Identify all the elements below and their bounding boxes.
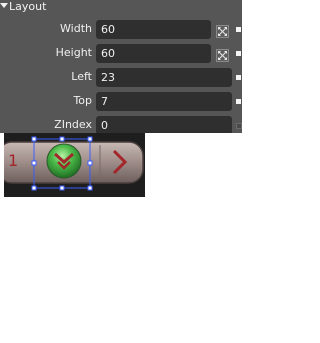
layout-section-title: Layout [9, 0, 47, 13]
property-marker[interactable] [236, 123, 242, 129]
collapse-arrow-icon[interactable] [0, 3, 8, 8]
zindex-input[interactable]: 0 [96, 116, 232, 133]
resize-handle[interactable] [31, 136, 37, 142]
properties-panel: Layout Width 60 Height 60 Left 23 Top 7 … [0, 0, 242, 133]
property-row-left: Left 23 [0, 67, 242, 87]
design-canvas: 1 [4, 133, 145, 197]
resize-handle[interactable] [87, 136, 93, 142]
property-row-top: Top 7 [0, 91, 242, 111]
resize-handle[interactable] [31, 160, 37, 166]
property-row-zindex: ZIndex 0 [0, 115, 242, 133]
width-input[interactable]: 60 [96, 20, 211, 39]
resize-handle[interactable] [59, 136, 65, 142]
top-input[interactable]: 7 [96, 92, 232, 111]
height-input[interactable]: 60 [96, 44, 211, 63]
zindex-label: ZIndex [54, 118, 92, 131]
property-row-height: Height 60 [0, 43, 242, 63]
resize-handle[interactable] [87, 185, 93, 191]
resize-handle[interactable] [87, 160, 93, 166]
left-segment-label: 1 [8, 151, 18, 170]
property-marker[interactable] [236, 51, 241, 56]
height-label: Height [55, 46, 92, 59]
layout-section-header[interactable]: Layout [0, 0, 242, 14]
left-label: Left [71, 70, 92, 83]
property-marker[interactable] [236, 75, 241, 80]
resize-handle[interactable] [31, 185, 37, 191]
top-label: Top [73, 94, 92, 107]
property-marker[interactable] [236, 27, 241, 32]
width-label: Width [60, 22, 92, 35]
autosize-width-icon[interactable] [216, 23, 229, 38]
property-row-width: Width 60 [0, 19, 242, 39]
property-marker[interactable] [236, 99, 241, 104]
left-input[interactable]: 23 [96, 68, 232, 87]
autosize-height-icon[interactable] [216, 47, 229, 62]
resize-handle[interactable] [59, 185, 65, 191]
designer-screen: Layout Width 60 Height 60 Left 23 Top 7 … [0, 0, 242, 343]
